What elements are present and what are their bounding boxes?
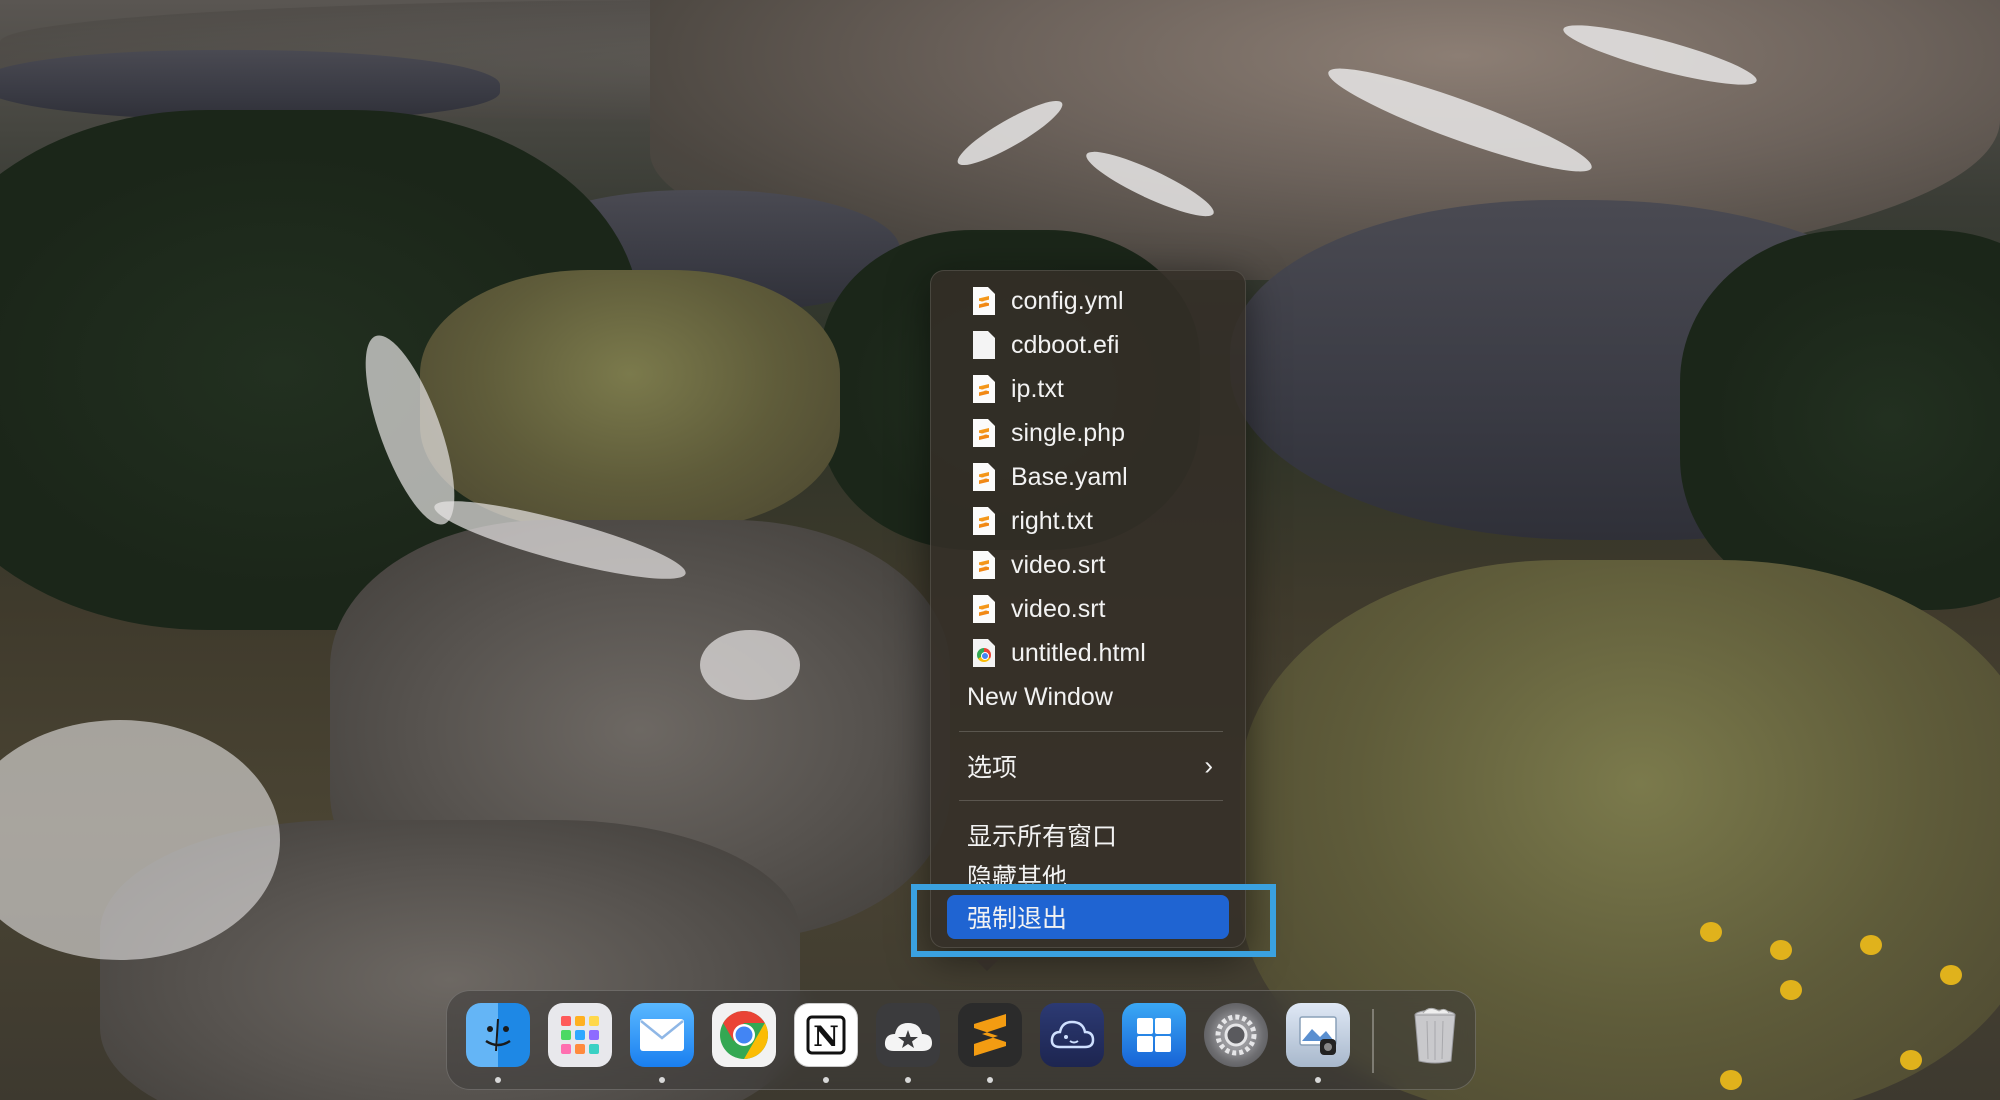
menu-item-label: video.srt: [1011, 550, 1106, 579]
sublime-text-icon[interactable]: [958, 1003, 1022, 1067]
running-indicator-dot: [495, 1077, 501, 1083]
running-indicator-dot: [1315, 1077, 1321, 1083]
desktop-wallpaper: config.yml cdboot.efi ip.txt single.php Base…: [0, 0, 2000, 1100]
menu-item-recent-file[interactable]: Base.yaml: [939, 455, 1237, 499]
sublime-doc-icon: [973, 463, 995, 491]
menu-item-recent-file[interactable]: ip.txt: [939, 367, 1237, 411]
launchpad-icon[interactable]: [548, 1003, 612, 1067]
menu-item-recent-file[interactable]: cdboot.efi: [939, 323, 1237, 367]
wallpaper-flower: [1780, 980, 1802, 1000]
menu-item-label: Base.yaml: [1011, 462, 1128, 491]
sublime-doc-icon: [973, 595, 995, 623]
wallpaper-flower: [1700, 922, 1722, 942]
plain-doc-icon: [973, 331, 995, 359]
running-indicator-dot: [659, 1077, 665, 1083]
menu-item-label: config.yml: [1011, 286, 1124, 315]
annotation-highlight-box: [911, 884, 1276, 957]
mail-icon[interactable]: [630, 1003, 694, 1067]
sublime-doc-icon: [973, 551, 995, 579]
running-indicator-dot: [823, 1077, 829, 1083]
wallpaper-flower: [1770, 940, 1792, 960]
windows-icon[interactable]: [1122, 1003, 1186, 1067]
wallpaper-flower: [1720, 1070, 1742, 1090]
menu-item-recent-file[interactable]: video.srt: [939, 543, 1237, 587]
menu-item-show-all-windows[interactable]: 显示所有窗口: [939, 813, 1237, 857]
menu-item-recent-file[interactable]: right.txt: [939, 499, 1237, 543]
trash-icon[interactable]: [1403, 1003, 1467, 1067]
menu-item-recent-file[interactable]: video.srt: [939, 587, 1237, 631]
sublime-doc-icon: [973, 287, 995, 315]
menu-item-label: 显示所有窗口: [967, 823, 1118, 851]
menu-item-label: untitled.html: [1011, 638, 1146, 667]
menu-item-new-window[interactable]: New Window: [939, 675, 1237, 719]
wallpaper-flower: [1940, 965, 1962, 985]
menu-item-label: New Window: [967, 682, 1113, 711]
cloud-star-icon[interactable]: [876, 1003, 940, 1067]
menu-item-recent-file[interactable]: untitled.html: [939, 631, 1237, 675]
menu-item-label: 选项: [967, 754, 1018, 782]
menu-separator: [959, 731, 1223, 732]
running-indicator-dot: [905, 1077, 911, 1083]
menu-item-recent-file[interactable]: single.php: [939, 411, 1237, 455]
menu-item-label: cdboot.efi: [1011, 330, 1120, 359]
menu-item-label: ip.txt: [1011, 374, 1064, 403]
sublime-doc-icon: [973, 375, 995, 403]
preview-icon[interactable]: [1286, 1003, 1350, 1067]
sublime-doc-icon: [973, 419, 995, 447]
menu-item-label: video.srt: [1011, 594, 1106, 623]
chevron-right-icon: ›: [1204, 750, 1213, 781]
sublime-doc-icon: [973, 507, 995, 535]
menu-item-label: single.php: [1011, 418, 1125, 447]
cloud-chat-icon[interactable]: [1040, 1003, 1104, 1067]
gear-icon[interactable]: [1204, 1003, 1268, 1067]
finder-icon[interactable]: [466, 1003, 530, 1067]
dock: N: [446, 990, 1476, 1090]
dock-divider: [1372, 1009, 1374, 1073]
menu-separator: [959, 800, 1223, 801]
recent-files-list: config.yml cdboot.efi ip.txt single.php Base…: [939, 279, 1237, 675]
menu-item-recent-file[interactable]: config.yml: [939, 279, 1237, 323]
menu-item-options[interactable]: 选项 ›: [939, 744, 1237, 788]
running-indicator-dot: [987, 1077, 993, 1083]
svg-text:N: N: [813, 1020, 839, 1053]
chrome-doc-icon: [973, 639, 995, 667]
wallpaper-snow: [700, 630, 800, 700]
wallpaper-forest: [1680, 230, 2000, 610]
notion-icon[interactable]: N: [794, 1003, 858, 1067]
wallpaper-flower: [1900, 1050, 1922, 1070]
dock-context-menu: config.yml cdboot.efi ip.txt single.php Base…: [930, 270, 1246, 948]
chrome-icon[interactable]: [712, 1003, 776, 1067]
wallpaper-meadow: [420, 270, 840, 530]
menu-item-label: right.txt: [1011, 506, 1093, 535]
menu-pointer-arrow: [976, 960, 998, 971]
wallpaper-flower: [1860, 935, 1882, 955]
